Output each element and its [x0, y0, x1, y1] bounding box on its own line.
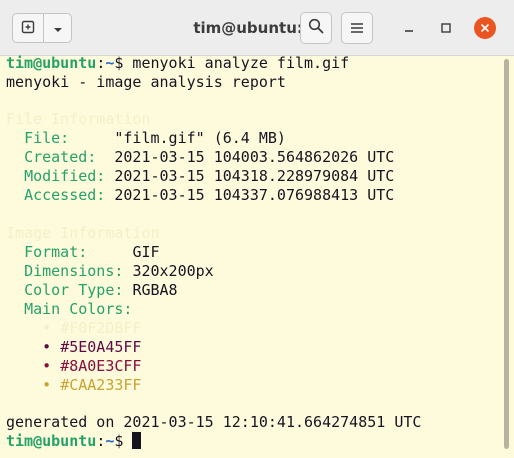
- terminal-output[interactable]: tim@ubuntu:~$ menyoki analyze film.gif m…: [0, 54, 514, 458]
- close-button[interactable]: [474, 17, 496, 39]
- color-list-item: • #8A0E3CFF: [6, 357, 141, 376]
- created-row-label: Created:: [24, 148, 97, 166]
- file-row: File: "film.gif" (6.4 MB): [6, 129, 286, 148]
- file-info-heading: File Information: [6, 110, 151, 128]
- main-colors-label: Main Colors:: [24, 300, 133, 318]
- accessed-row-label: Accessed:: [24, 186, 106, 204]
- maximize-button[interactable]: [435, 17, 457, 39]
- prompt-user-host: tim@ubuntu: [6, 432, 97, 450]
- color-bullet: •: [42, 376, 52, 394]
- prompt-colon: :: [96, 54, 106, 72]
- hamburger-icon: [350, 19, 364, 38]
- maximize-icon: [440, 19, 452, 38]
- scrollbar-thumb[interactable]: [504, 59, 509, 449]
- modified-row-label: Modified:: [24, 167, 106, 185]
- color-type-row-value: RGBA8: [132, 281, 178, 299]
- search-icon: [308, 18, 324, 38]
- close-icon: [479, 19, 491, 38]
- prompt-user-host: tim@ubuntu: [6, 54, 97, 72]
- prompt-colon: :: [96, 432, 106, 450]
- command-line: tim@ubuntu:~$ menyoki analyze film.gif: [6, 54, 349, 73]
- file-row-label: File:: [24, 129, 70, 147]
- dimensions-row-label: Dimensions:: [24, 262, 124, 280]
- accessed-row: Accessed: 2021-03-15 104337.076988413 UT…: [6, 186, 394, 205]
- text-cursor: [132, 432, 142, 449]
- accessed-row-value: 2021-03-15 104337.076988413 UTC: [114, 186, 395, 204]
- tab-menu-button[interactable]: [44, 14, 71, 42]
- color-hex: #5E0A45FF: [60, 338, 142, 356]
- report-header: menyoki - image analysis report: [6, 73, 286, 91]
- chevron-down-icon: [53, 19, 63, 38]
- search-button[interactable]: [300, 12, 332, 44]
- image-info-heading: Image Information: [6, 224, 160, 242]
- new-tab-icon: [21, 19, 35, 38]
- main-colors-row: Main Colors:: [6, 300, 132, 319]
- format-row: Format: GIF: [6, 243, 160, 262]
- minimize-button[interactable]: [398, 17, 420, 39]
- color-bullet: •: [42, 357, 52, 375]
- format-row-label: Format:: [24, 243, 88, 261]
- minimize-icon: [403, 19, 415, 38]
- format-row-value: GIF: [132, 243, 160, 261]
- scrollbar[interactable]: [500, 56, 514, 458]
- color-hex: #8A0E3CFF: [60, 357, 142, 375]
- created-row-value: 2021-03-15 104003.564862026 UTC: [114, 148, 395, 166]
- header-bar: tim@ubuntu: ~: [0, 0, 514, 56]
- color-list-item: • #CAA233FF: [6, 376, 141, 395]
- color-bullet: •: [42, 338, 52, 356]
- color-type-row-label: Color Type:: [24, 281, 124, 299]
- color-list-item: • #F0F2DBFF: [6, 319, 141, 338]
- modified-row: Modified: 2021-03-15 104318.228979084 UT…: [6, 167, 394, 186]
- generated-line: generated on 2021-03-15 12:10:41.6642748…: [6, 413, 422, 431]
- file-row-value: "film.gif" (6.4 MB): [114, 129, 286, 147]
- new-tab-button[interactable]: [13, 14, 45, 42]
- command-text: menyoki analyze film.gif: [123, 54, 350, 72]
- menu-button[interactable]: [341, 12, 373, 44]
- color-list-item: • #5E0A45FF: [6, 338, 141, 357]
- color-type-row: Color Type: RGBA8: [6, 281, 178, 300]
- modified-row-value: 2021-03-15 104318.228979084 UTC: [114, 167, 395, 185]
- prompt-symbol: $: [114, 432, 124, 450]
- dimensions-row: Dimensions: 320x200px: [6, 262, 214, 281]
- prompt-line[interactable]: tim@ubuntu:~$: [6, 432, 142, 451]
- dimensions-row-value: 320x200px: [132, 262, 214, 280]
- created-row: Created: 2021-03-15 104003.564862026 UTC: [6, 148, 394, 167]
- color-hex: #CAA233FF: [60, 376, 142, 394]
- tab-button-group: [12, 13, 72, 43]
- color-hex: #F0F2DBFF: [60, 319, 142, 337]
- color-bullet: •: [42, 319, 52, 337]
